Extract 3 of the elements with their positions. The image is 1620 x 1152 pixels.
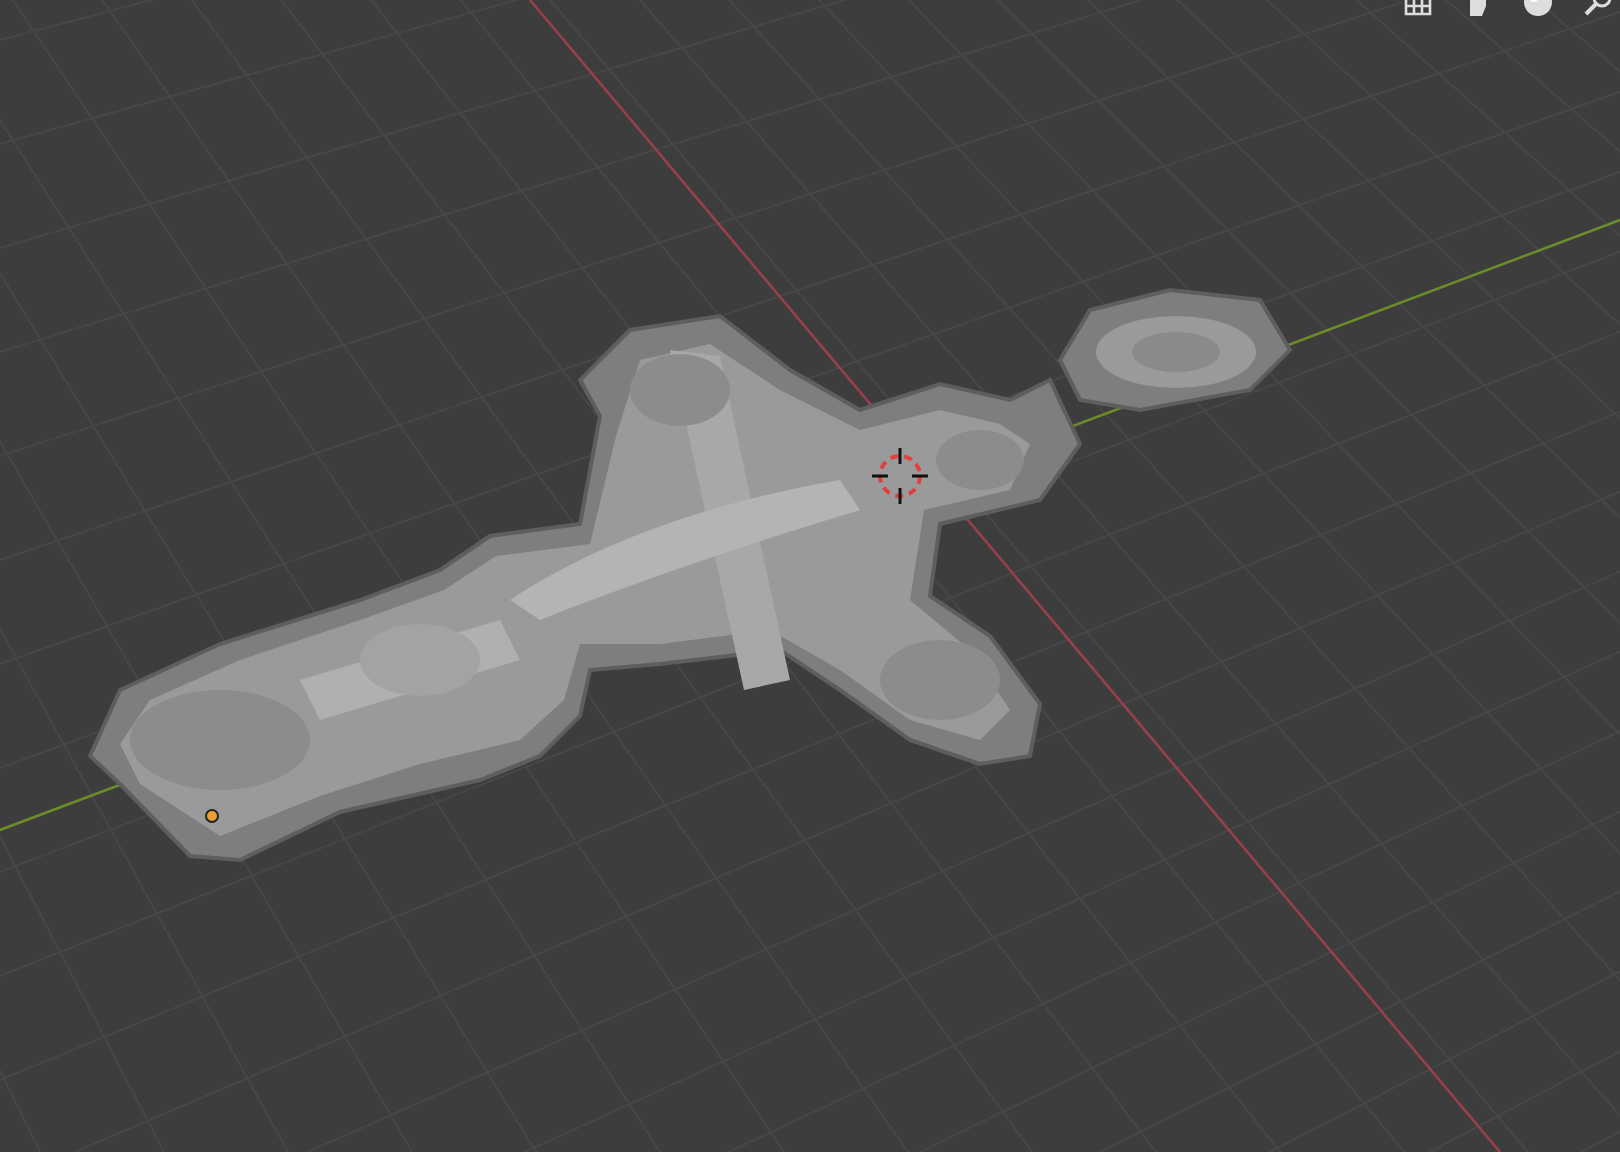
origin-dot-icon (205, 809, 219, 823)
cursor-crosshair-icon[interactable] (870, 446, 930, 506)
cross-model-drawing[interactable] (87, 287, 1293, 863)
